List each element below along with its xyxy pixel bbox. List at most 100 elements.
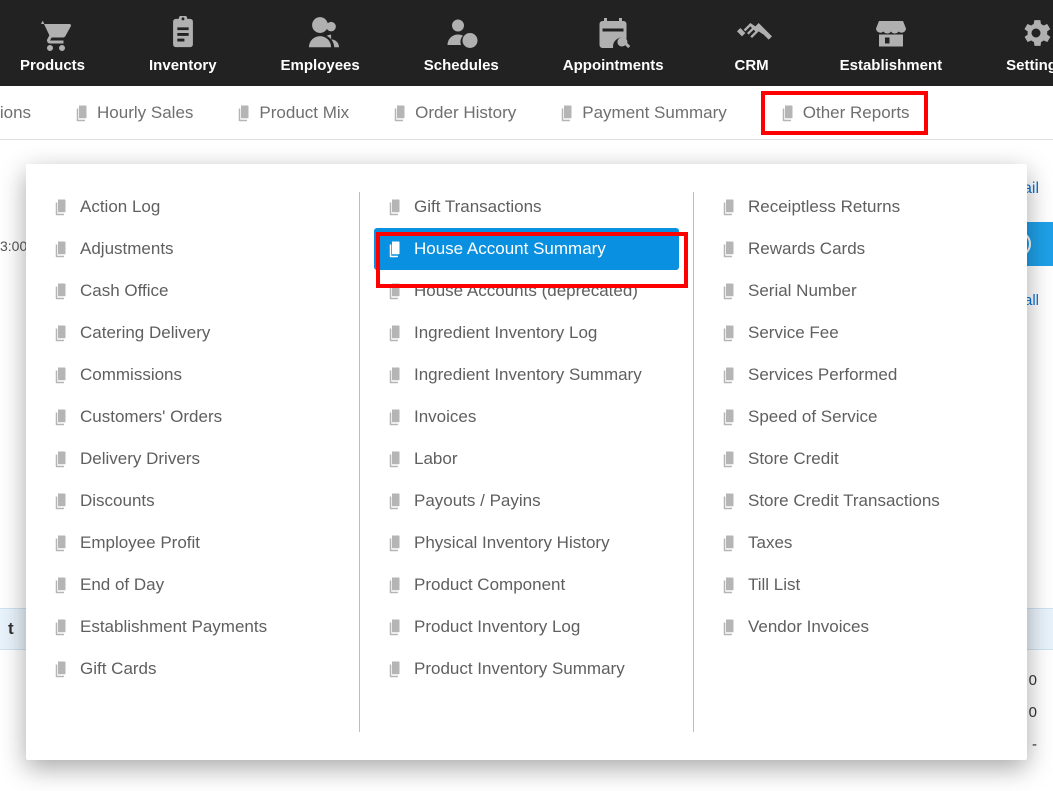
report-item-commissions[interactable]: Commissions bbox=[40, 354, 345, 396]
report-item-establishment-payments[interactable]: Establishment Payments bbox=[40, 606, 345, 648]
nav-appointments[interactable]: Appointments bbox=[563, 13, 664, 74]
report-icon bbox=[386, 576, 404, 594]
report-item-ingredient-inventory-log[interactable]: Ingredient Inventory Log bbox=[374, 312, 679, 354]
report-item-label: Action Log bbox=[80, 197, 160, 217]
report-item-house-account-summary[interactable]: House Account Summary bbox=[374, 228, 679, 270]
report-icon bbox=[52, 240, 70, 258]
report-item-label: Delivery Drivers bbox=[80, 449, 200, 469]
report-item-services-performed[interactable]: Services Performed bbox=[708, 354, 1013, 396]
tab-hourly-sales[interactable]: Hourly Sales bbox=[65, 97, 201, 129]
report-item-product-component[interactable]: Product Component bbox=[374, 564, 679, 606]
report-icon bbox=[386, 240, 404, 258]
person-clock-icon bbox=[437, 13, 485, 53]
report-item-label: Store Credit bbox=[748, 449, 839, 469]
report-icon bbox=[73, 104, 91, 122]
report-icon bbox=[779, 104, 797, 122]
report-item-gift-transactions[interactable]: Gift Transactions bbox=[374, 186, 679, 228]
report-icon bbox=[386, 492, 404, 510]
nav-label: Appointments bbox=[563, 57, 664, 74]
report-item-cash-office[interactable]: Cash Office bbox=[40, 270, 345, 312]
nav-schedules[interactable]: Schedules bbox=[424, 13, 499, 74]
report-item-service-fee[interactable]: Service Fee bbox=[708, 312, 1013, 354]
report-icon bbox=[386, 408, 404, 426]
nav-establishment[interactable]: Establishment bbox=[840, 13, 943, 74]
report-item-label: Cash Office bbox=[80, 281, 169, 301]
report-icon bbox=[386, 366, 404, 384]
report-item-label: Services Performed bbox=[748, 365, 897, 385]
tab-payment-summary[interactable]: Payment Summary bbox=[550, 97, 735, 129]
report-icon bbox=[386, 534, 404, 552]
report-item-ingredient-inventory-summary[interactable]: Ingredient Inventory Summary bbox=[374, 354, 679, 396]
report-item-physical-inventory-history[interactable]: Physical Inventory History bbox=[374, 522, 679, 564]
report-item-vendor-invoices[interactable]: Vendor Invoices bbox=[708, 606, 1013, 648]
report-item-label: Receiptless Returns bbox=[748, 197, 900, 217]
report-item-label: Invoices bbox=[414, 407, 476, 427]
report-item-store-credit-transactions[interactable]: Store Credit Transactions bbox=[708, 480, 1013, 522]
nav-inventory[interactable]: Inventory bbox=[149, 13, 217, 74]
report-icon bbox=[386, 618, 404, 636]
report-icon bbox=[52, 408, 70, 426]
report-item-discounts[interactable]: Discounts bbox=[40, 480, 345, 522]
report-item-label: Till List bbox=[748, 575, 800, 595]
report-item-taxes[interactable]: Taxes bbox=[708, 522, 1013, 564]
dropdown-column: Action Log Adjustments Cash Office Catering… bbox=[26, 186, 359, 738]
report-icon bbox=[720, 618, 738, 636]
zero-value: 0 bbox=[1029, 697, 1037, 729]
report-icon bbox=[52, 534, 70, 552]
report-item-label: Commissions bbox=[80, 365, 182, 385]
report-item-label: House Account Summary bbox=[414, 239, 606, 259]
report-item-house-accounts-deprecated[interactable]: House Accounts (deprecated) bbox=[374, 270, 679, 312]
nav-label: Schedules bbox=[424, 57, 499, 74]
nav-settings[interactable]: Settings bbox=[1006, 13, 1053, 74]
report-item-label: Ingredient Inventory Log bbox=[414, 323, 597, 343]
nav-crm[interactable]: CRM bbox=[728, 13, 776, 74]
report-item-label: Adjustments bbox=[80, 239, 174, 259]
report-item-label: Product Component bbox=[414, 575, 565, 595]
calendar-search-icon bbox=[589, 13, 637, 53]
nav-label: Settings bbox=[1006, 57, 1053, 74]
report-item-product-inventory-summary[interactable]: Product Inventory Summary bbox=[374, 648, 679, 690]
gear-icon bbox=[1012, 13, 1053, 53]
report-item-employee-profit[interactable]: Employee Profit bbox=[40, 522, 345, 564]
storefront-icon bbox=[867, 13, 915, 53]
report-item-product-inventory-log[interactable]: Product Inventory Log bbox=[374, 606, 679, 648]
report-item-receiptless-returns[interactable]: Receiptless Returns bbox=[708, 186, 1013, 228]
report-icon bbox=[52, 282, 70, 300]
cart-icon bbox=[29, 13, 77, 53]
tab-label: rations bbox=[0, 103, 31, 123]
report-item-label: Physical Inventory History bbox=[414, 533, 610, 553]
report-item-label: Gift Cards bbox=[80, 659, 157, 679]
report-item-adjustments[interactable]: Adjustments bbox=[40, 228, 345, 270]
other-reports-dropdown: Action Log Adjustments Cash Office Catering… bbox=[26, 164, 1027, 760]
report-item-action-log[interactable]: Action Log bbox=[40, 186, 345, 228]
report-item-invoices[interactable]: Invoices bbox=[374, 396, 679, 438]
people-icon bbox=[296, 13, 344, 53]
report-item-catering-delivery[interactable]: Catering Delivery bbox=[40, 312, 345, 354]
report-item-rewards-cards[interactable]: Rewards Cards bbox=[708, 228, 1013, 270]
tab-label: Hourly Sales bbox=[97, 103, 193, 123]
dash-value: - bbox=[1029, 729, 1037, 761]
report-icon bbox=[720, 324, 738, 342]
nav-employees[interactable]: Employees bbox=[281, 13, 360, 74]
report-item-label: House Accounts (deprecated) bbox=[414, 281, 638, 301]
report-item-label: Gift Transactions bbox=[414, 197, 542, 217]
report-item-gift-cards[interactable]: Gift Cards bbox=[40, 648, 345, 690]
report-item-customers-orders[interactable]: Customers' Orders bbox=[40, 396, 345, 438]
report-item-serial-number[interactable]: Serial Number bbox=[708, 270, 1013, 312]
tab-product-mix[interactable]: Product Mix bbox=[227, 97, 357, 129]
tab-label: Product Mix bbox=[259, 103, 349, 123]
report-item-till-list[interactable]: Till List bbox=[708, 564, 1013, 606]
report-item-speed-of-service[interactable]: Speed of Service bbox=[708, 396, 1013, 438]
report-item-store-credit[interactable]: Store Credit bbox=[708, 438, 1013, 480]
nav-products[interactable]: Products bbox=[20, 13, 85, 74]
report-icon bbox=[235, 104, 253, 122]
report-item-delivery-drivers[interactable]: Delivery Drivers bbox=[40, 438, 345, 480]
tab-order-history[interactable]: Order History bbox=[383, 97, 524, 129]
report-item-payouts-payins[interactable]: Payouts / Payins bbox=[374, 480, 679, 522]
report-item-labor[interactable]: Labor bbox=[374, 438, 679, 480]
report-item-label: Employee Profit bbox=[80, 533, 200, 553]
tab-other-reports[interactable]: Other Reports bbox=[771, 97, 918, 129]
report-item-end-of-day[interactable]: End of Day bbox=[40, 564, 345, 606]
subnav: rations Hourly Sales Product Mix Order H… bbox=[0, 86, 1053, 140]
tab-partial-operations[interactable]: rations bbox=[0, 97, 39, 129]
